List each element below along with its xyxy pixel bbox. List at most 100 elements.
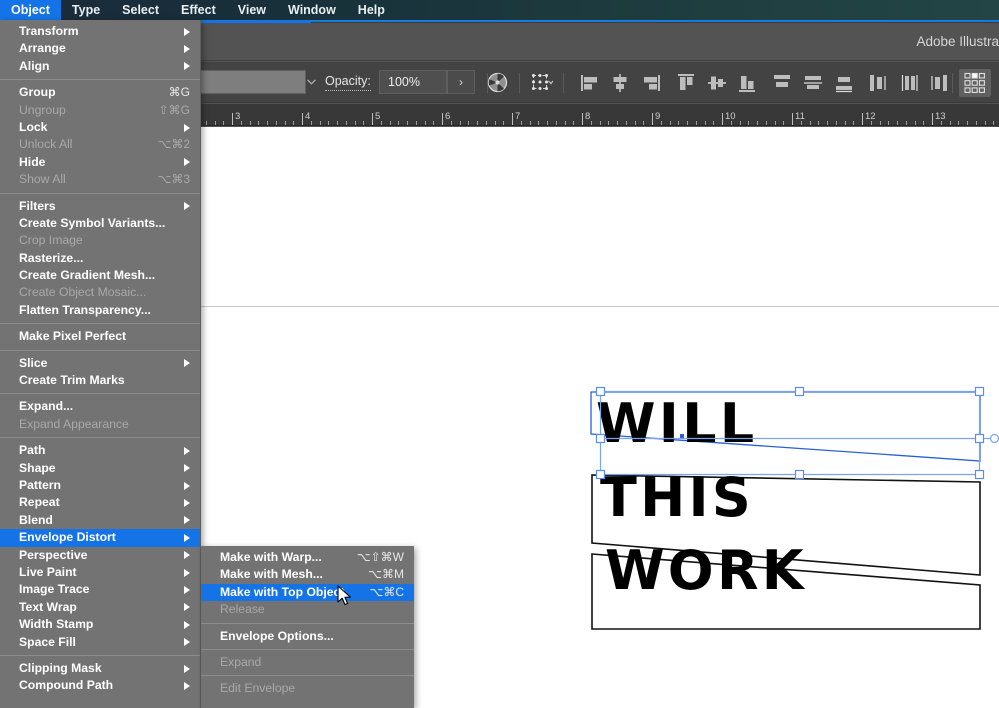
menubar-item-view[interactable]: View	[227, 0, 277, 20]
ruler-tick	[783, 121, 784, 125]
object-menu-item-space-fill[interactable]: Space Fill	[0, 634, 200, 651]
submenu-item-make-with-top-object[interactable]: Make with Top Object⌥⌘C	[201, 584, 414, 601]
object-menu-dropdown[interactable]: TransformArrangeAlignGroup⌘GUngroup⇧⌘GLo…	[0, 20, 201, 708]
ruler-tick	[495, 121, 496, 125]
ruler-tick	[600, 121, 601, 125]
object-menu-item-create-symbol-variants[interactable]: Create Symbol Variants...	[0, 215, 200, 232]
ruler-tick	[538, 121, 539, 125]
align-vertical-center-icon[interactable]	[704, 70, 729, 95]
menubar-item-help[interactable]: Help	[347, 0, 396, 20]
object-menu-item-flatten-transparency[interactable]: Flatten Transparency...	[0, 302, 200, 319]
object-menu-item-live-paint[interactable]: Live Paint	[0, 564, 200, 581]
opacity-label: Opacity:	[325, 73, 371, 91]
object-menu-item-expand[interactable]: Expand...	[0, 398, 200, 415]
object-menu-item-align[interactable]: Align	[0, 58, 200, 75]
submenu-arrow-icon	[184, 359, 190, 367]
ruler-label: 8	[585, 111, 590, 122]
menubar-item-object[interactable]: Object	[0, 0, 61, 20]
ruler-tick	[398, 121, 399, 125]
submenu-item-make-with-warp[interactable]: Make with Warp...⌥⇧⌘W	[201, 549, 414, 566]
object-menu-item-shape[interactable]: Shape	[0, 460, 200, 477]
menubar-item-type[interactable]: Type	[61, 0, 111, 20]
menu-item-label: Hide	[19, 154, 190, 171]
opacity-input[interactable]: 100%	[379, 70, 447, 94]
control-bar: 100% ›	[201, 62, 999, 103]
object-menu-item-create-gradient-mesh[interactable]: Create Gradient Mesh...	[0, 267, 200, 284]
submenu-arrow-icon	[184, 586, 190, 594]
menubar-item-effect[interactable]: Effect	[170, 0, 227, 20]
ruler-tick	[617, 121, 618, 125]
ruler-tick	[976, 121, 977, 125]
distribute-left-icon[interactable]	[865, 70, 890, 95]
distribute-bottom-icon[interactable]	[831, 70, 856, 95]
submenu-item-envelope-options[interactable]: Envelope Options...	[201, 628, 414, 645]
object-menu-item-width-stamp[interactable]: Width Stamp	[0, 616, 200, 633]
distribute-vertical-center-icon[interactable]	[800, 70, 825, 95]
menu-item-label: Pattern	[19, 477, 190, 494]
envelope-distort-submenu[interactable]: Make with Warp...⌥⇧⌘WMake with Mesh...⌥⌘…	[201, 546, 414, 708]
ruler-label: 4	[305, 111, 310, 122]
menubar-item-window[interactable]: Window	[277, 0, 347, 20]
align-top-icon[interactable]	[673, 70, 698, 95]
distribute-top-icon[interactable]	[769, 70, 794, 95]
align-right-icon[interactable]	[638, 70, 663, 95]
object-menu-item-arrange[interactable]: Arrange	[0, 40, 200, 57]
object-menu-item-pattern[interactable]: Pattern	[0, 477, 200, 494]
ruler-tick	[713, 121, 714, 125]
object-menu-item-rasterize[interactable]: Rasterize...	[0, 250, 200, 267]
ruler-tick	[740, 121, 741, 125]
object-menu-item-image-trace[interactable]: Image Trace	[0, 581, 200, 598]
align-bottom-icon[interactable]	[734, 70, 759, 95]
object-menu-item-perspective[interactable]: Perspective	[0, 547, 200, 564]
horizontal-ruler[interactable]: 345678910111213	[201, 104, 999, 126]
object-menu-item-hide[interactable]: Hide	[0, 154, 200, 171]
ruler-major-tick	[652, 113, 653, 125]
object-menu-item-blend[interactable]: Blend	[0, 512, 200, 529]
submenu-item-make-with-mesh[interactable]: Make with Mesh...⌥⌘M	[201, 566, 414, 583]
object-menu-item-filters[interactable]: Filters	[0, 198, 200, 215]
object-menu-item-compound-path[interactable]: Compound Path	[0, 677, 200, 694]
object-menu-item-path[interactable]: Path	[0, 442, 200, 459]
object-menu-item-slice[interactable]: Slice	[0, 355, 200, 372]
distribute-right-icon[interactable]	[926, 70, 951, 95]
ruler-major-tick	[302, 113, 303, 125]
menu-item-label: Repeat	[19, 494, 190, 511]
opacity-popup-button[interactable]: ›	[447, 70, 475, 94]
distribute-spacing-grid-icon[interactable]	[959, 69, 991, 97]
object-menu-item-repeat[interactable]: Repeat	[0, 494, 200, 511]
transform-anchors-icon[interactable]	[527, 70, 557, 95]
fill-swatch[interactable]	[201, 70, 306, 94]
distribute-horizontal-center-icon[interactable]	[896, 70, 921, 95]
object-menu-item-create-trim-marks[interactable]: Create Trim Marks	[0, 372, 200, 389]
object-menu-item-clipping-mask[interactable]: Clipping Mask	[0, 660, 200, 677]
submenu-arrow-icon	[184, 124, 190, 132]
object-menu-item-text-wrap[interactable]: Text Wrap	[0, 599, 200, 616]
menu-item-label: Perspective	[19, 547, 190, 564]
ruler-tick	[608, 121, 609, 125]
menubar-item-select[interactable]: Select	[111, 0, 170, 20]
object-menu-item-envelope-distort[interactable]: Envelope Distort	[0, 529, 200, 546]
ruler-major-tick	[582, 113, 583, 125]
submenu-arrow-icon	[184, 464, 190, 472]
object-menu-item-lock[interactable]: Lock	[0, 119, 200, 136]
menu-separator	[201, 623, 414, 624]
menu-item-label: Image Trace	[19, 581, 190, 598]
chevron-down-icon[interactable]	[300, 70, 322, 94]
submenu-arrow-icon	[184, 28, 190, 36]
menu-item-label: Rasterize...	[19, 250, 190, 267]
menu-separator	[0, 437, 200, 438]
gradient-circle-icon[interactable]	[485, 70, 510, 95]
submenu-arrow-icon	[184, 45, 190, 53]
menu-item-label: Group	[19, 84, 157, 101]
ruler-tick	[818, 121, 819, 125]
divider	[952, 73, 953, 93]
object-menu-item-transform[interactable]: Transform	[0, 23, 200, 40]
menu-item-label: Flatten Transparency...	[19, 302, 190, 319]
align-left-icon[interactable]	[577, 70, 602, 95]
align-horizontal-center-icon[interactable]	[607, 70, 632, 95]
ruler-tick	[355, 121, 356, 125]
ruler-tick	[565, 121, 566, 125]
object-menu-item-group[interactable]: Group⌘G	[0, 84, 200, 101]
ruler-major-tick	[932, 113, 933, 125]
object-menu-item-make-pixel-perfect[interactable]: Make Pixel Perfect	[0, 328, 200, 345]
